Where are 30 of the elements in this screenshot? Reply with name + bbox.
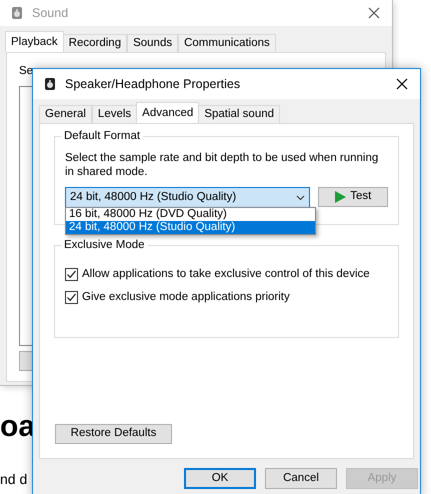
dropdown-option[interactable]: 16 bit, 48000 Hz (DVD Quality) bbox=[66, 208, 315, 221]
dialog-button[interactable]: OK bbox=[184, 468, 256, 489]
tab[interactable]: General bbox=[39, 105, 92, 123]
restore-defaults-button[interactable]: Restore Defaults bbox=[55, 424, 172, 444]
play-icon bbox=[334, 191, 346, 203]
test-button[interactable]: Test bbox=[318, 187, 388, 207]
description-text: Select the sample rate and bit depth to be used when running in shared mode. bbox=[65, 151, 380, 179]
dialog-button[interactable]: Cancel bbox=[265, 468, 337, 489]
close-icon[interactable] bbox=[394, 76, 410, 92]
tab[interactable]: Advanced bbox=[136, 102, 200, 123]
window-title: Sound bbox=[32, 4, 68, 22]
checkbox[interactable] bbox=[65, 291, 78, 304]
format-dropdown[interactable]: 24 bit, 48000 Hz (Studio Quality) bbox=[65, 187, 310, 208]
checkbox-label: Allow applications to take exclusive control of this device bbox=[82, 267, 370, 282]
body-text: nd d bbox=[0, 472, 28, 486]
caret-icon bbox=[296, 194, 305, 200]
tab[interactable]: Recording bbox=[62, 34, 128, 52]
tab[interactable]: Spatial sound bbox=[198, 105, 280, 123]
window-title: Speaker/Headphone Properties bbox=[65, 76, 240, 93]
checkbox[interactable] bbox=[65, 268, 78, 282]
tab[interactable]: Levels bbox=[92, 105, 138, 123]
tab[interactable]: Playback bbox=[5, 31, 64, 52]
speaker-icon bbox=[10, 6, 24, 20]
tab[interactable]: Sounds bbox=[127, 34, 178, 52]
tab[interactable]: Communications bbox=[178, 34, 276, 52]
speaker-icon bbox=[43, 77, 57, 91]
close-icon[interactable] bbox=[366, 5, 382, 21]
dropdown-option[interactable]: 24 bit, 48000 Hz (Studio Quality) bbox=[66, 221, 315, 234]
checkbox-label: Give exclusive mode applications priority bbox=[82, 290, 290, 306]
instruction-text: Se bbox=[19, 64, 34, 79]
